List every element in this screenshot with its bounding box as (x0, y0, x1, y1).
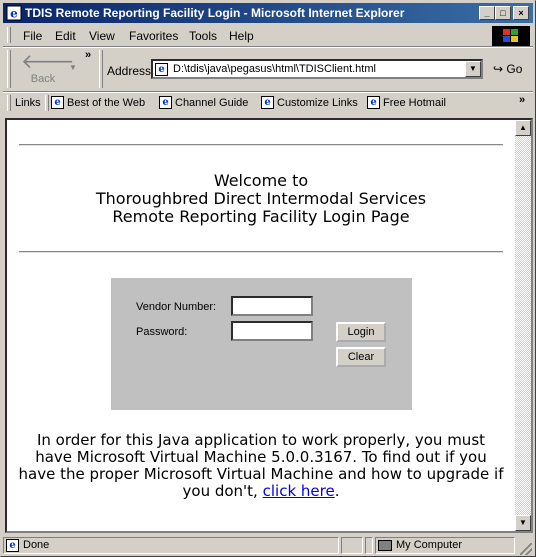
address-url[interactable]: D:\tdis\java\pegasus\html\TDISClient.htm… (173, 63, 376, 75)
address-field[interactable]: e D:\tdis\java\pegasus\html\TDISClient.h… (151, 59, 483, 79)
resize-grip[interactable] (520, 543, 532, 555)
ie-app-icon: e (6, 5, 22, 21)
toolbar-grip[interactable] (7, 50, 11, 88)
notice-text: In order for this Java application to wo… (18, 431, 504, 500)
windows-logo-icon (492, 26, 530, 46)
back-arrow-icon: 🡐 (21, 51, 75, 73)
window-title: TDIS Remote Reporting Facility Login - M… (25, 6, 405, 20)
status-text: Done (23, 539, 50, 551)
notice-end: . (334, 482, 340, 500)
status-panel-blank (341, 537, 363, 554)
link-free-hotmail[interactable]: e Free Hotmail (367, 96, 446, 109)
login-button[interactable]: Login (336, 322, 386, 342)
toolbar-more-chevron[interactable]: » (85, 49, 91, 61)
scroll-up-button[interactable]: ▲ (515, 120, 531, 136)
back-label: Back (30, 73, 56, 85)
link-label: Best of the Web (67, 96, 146, 109)
menubar-grip[interactable] (7, 27, 11, 43)
computer-icon (378, 539, 392, 551)
back-button[interactable]: 🡐 Back (21, 51, 75, 89)
click-here-link[interactable]: click here (263, 482, 335, 500)
go-button[interactable]: ↪ Go (493, 62, 522, 76)
link-label: Channel Guide (175, 96, 249, 109)
close-button[interactable]: × (513, 6, 529, 20)
page-done-icon: e (6, 538, 19, 552)
status-text-panel: e Done (3, 537, 339, 554)
ie-link-icon: e (261, 96, 274, 109)
minimize-button[interactable]: _ (479, 6, 495, 20)
browser-window: e TDIS Remote Reporting Facility Login -… (0, 0, 536, 557)
welcome-line-2: Thoroughbred Direct Intermodal Services (95, 189, 427, 208)
scroll-down-button[interactable]: ▼ (515, 515, 531, 531)
link-best-of-web[interactable]: e Best of the Web (51, 96, 145, 109)
web-page: Welcome to Thoroughbred Direct Intermoda… (7, 120, 515, 531)
page-icon: e (155, 63, 168, 76)
links-divider (45, 95, 49, 111)
clear-button[interactable]: Clear (336, 347, 386, 367)
vendor-number-label: Vendor Number: (136, 301, 217, 313)
back-dropdown-icon[interactable]: ▼ (69, 63, 77, 72)
password-input[interactable] (231, 321, 313, 341)
link-label: Free Hotmail (383, 96, 446, 109)
zone-panel: My Computer (375, 537, 515, 554)
maximize-button[interactable]: □ (495, 6, 511, 20)
status-panel-blank (365, 537, 373, 554)
ie-link-icon: e (367, 96, 380, 109)
links-bar: Links e Best of the Web e Channel Guide … (3, 93, 533, 113)
bottom-divider (19, 251, 503, 253)
link-label: Customize Links (277, 96, 358, 109)
menu-help[interactable]: Help (229, 29, 254, 43)
login-panel: Vendor Number: Password: Login Clear (111, 278, 412, 410)
menu-edit[interactable]: Edit (55, 29, 76, 43)
menu-bar: File Edit View Favorites Tools Help (3, 25, 533, 46)
address-grip[interactable] (99, 50, 103, 88)
go-arrow-icon: ↪ (493, 62, 504, 76)
welcome-heading: Welcome to Thoroughbred Direct Intermoda… (7, 172, 515, 226)
menu-favorites[interactable]: Favorites (129, 29, 178, 43)
status-bar: e Done My Computer (3, 536, 533, 556)
menu-tools[interactable]: Tools (189, 29, 217, 43)
password-label: Password: (136, 326, 188, 338)
links-more-chevron[interactable]: » (519, 94, 525, 106)
standard-toolbar: 🡐 Back ▼ » Address e D:\tdis\java\pegasu… (3, 47, 533, 91)
menu-view[interactable]: View (89, 29, 115, 43)
top-divider (19, 144, 503, 146)
go-label: Go (506, 62, 523, 76)
welcome-line-1: Welcome to (213, 171, 309, 190)
link-channel-guide[interactable]: e Channel Guide (159, 96, 248, 109)
address-label: Address (107, 64, 152, 78)
link-customize-links[interactable]: e Customize Links (261, 96, 358, 109)
title-bar[interactable]: e TDIS Remote Reporting Facility Login -… (3, 3, 533, 23)
zone-text: My Computer (396, 539, 463, 551)
welcome-line-3: Remote Reporting Facility Login Page (112, 207, 410, 226)
svg-text:e: e (10, 7, 18, 21)
ie-link-icon: e (51, 96, 64, 109)
content-area: Welcome to Thoroughbred Direct Intermoda… (5, 118, 533, 533)
links-label: Links (15, 97, 41, 109)
address-dropdown-button[interactable]: ▼ (465, 61, 481, 77)
vm-notice: In order for this Java application to wo… (17, 432, 505, 500)
vendor-number-input[interactable] (231, 296, 313, 316)
vertical-scrollbar[interactable]: ▲ ▼ (515, 120, 531, 531)
links-grip[interactable] (7, 95, 11, 111)
menu-file[interactable]: File (23, 29, 42, 43)
ie-link-icon: e (159, 96, 172, 109)
